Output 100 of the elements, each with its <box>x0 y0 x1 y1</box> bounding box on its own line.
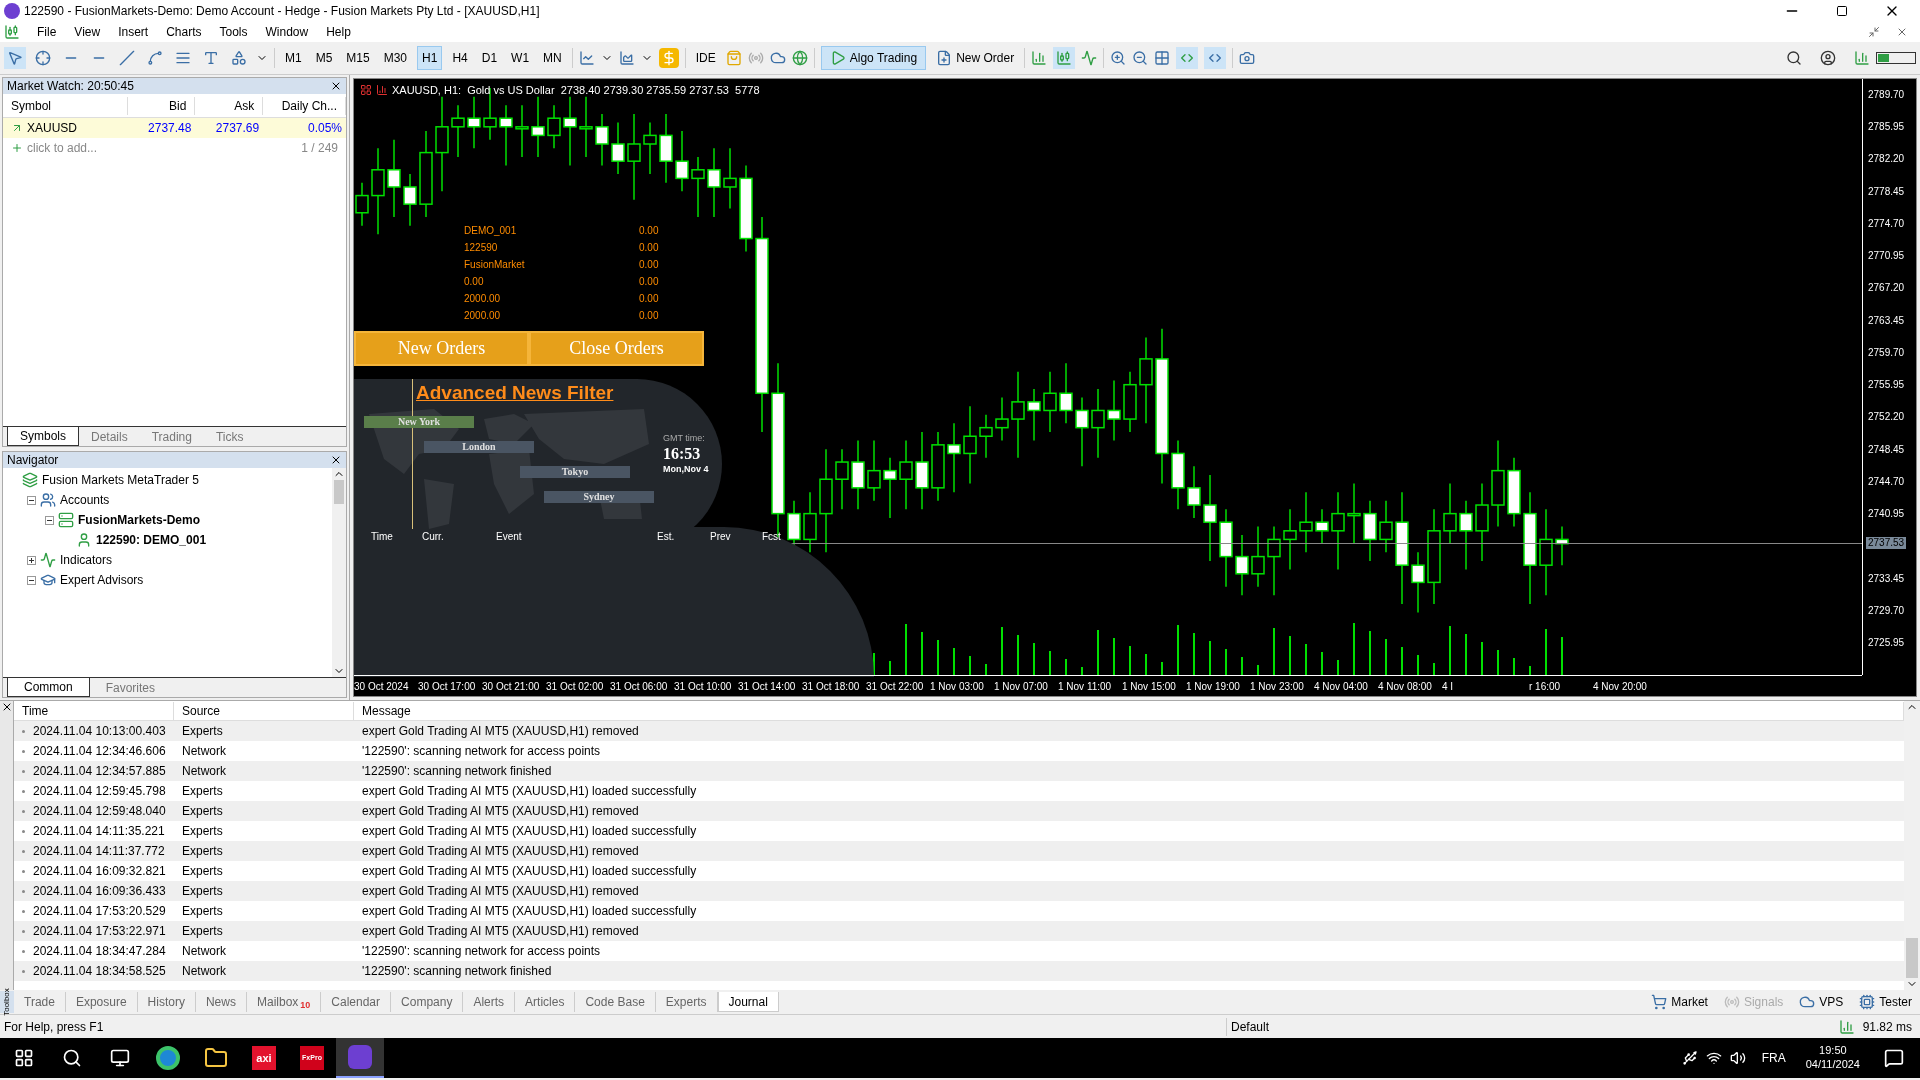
toolbox-tab[interactable]: Calendar <box>321 992 392 1012</box>
toolbox-tab[interactable]: Company <box>391 992 464 1012</box>
toolbox-tab[interactable]: Alerts <box>463 992 516 1012</box>
task-view-icon[interactable] <box>110 1048 130 1068</box>
column-header[interactable]: Time <box>14 701 174 720</box>
volume-icon[interactable] <box>1729 1050 1746 1066</box>
network-icon[interactable] <box>1705 1050 1722 1066</box>
toolbox-tab[interactable]: Journal <box>717 992 779 1012</box>
user-icon[interactable] <box>1820 50 1836 66</box>
timeframe-button[interactable]: H4 <box>448 46 472 70</box>
line-chart-icon[interactable] <box>578 50 595 66</box>
panel-tab[interactable]: Favorites <box>89 678 172 697</box>
toolbox-tab[interactable]: Articles <box>515 992 576 1012</box>
fibonacci-icon[interactable] <box>175 50 191 66</box>
minimize-icon[interactable] <box>1868 26 1880 38</box>
timeframe-button[interactable]: M15 <box>342 46 374 70</box>
add-icon[interactable] <box>11 142 23 154</box>
column-header[interactable]: Symbol <box>3 96 128 115</box>
toolbox-tab[interactable]: Exposure <box>65 992 138 1012</box>
menu-item[interactable]: Charts <box>157 23 211 41</box>
column-header[interactable]: Source <box>174 701 354 720</box>
toolbox-tab[interactable]: Experts <box>655 992 718 1012</box>
service-button[interactable]: Tester <box>1851 993 1920 1011</box>
search-icon[interactable] <box>62 1048 82 1068</box>
collapse-icon[interactable] <box>27 495 36 505</box>
panel-tab[interactable]: Symbols <box>7 427 79 446</box>
candlestick-icon[interactable] <box>1056 50 1073 66</box>
ide-button[interactable]: IDE <box>691 49 720 67</box>
panel-tab[interactable]: Common <box>7 678 90 697</box>
timeframe-button[interactable]: H1 <box>417 46 443 70</box>
timeframe-button[interactable]: D1 <box>477 46 502 70</box>
tree-item[interactable]: 122590: DEMO_001 <box>96 531 207 549</box>
toolbox-tab[interactable]: Mailbox $_{10}$ <box>246 992 322 1012</box>
app-taskbar-icon[interactable]: axi <box>252 1046 276 1070</box>
cursor-icon[interactable] <box>7 50 23 66</box>
menu-item[interactable]: Help <box>317 23 360 41</box>
crosshair-icon[interactable] <box>35 50 51 66</box>
toolbox-tab[interactable]: Code Base <box>575 992 656 1012</box>
collapse-icon[interactable] <box>27 575 36 585</box>
browser-icon[interactable] <box>156 1046 180 1070</box>
text-icon[interactable] <box>203 50 219 66</box>
close-icon[interactable] <box>330 80 342 92</box>
symbol-cell[interactable]: XAUUSD <box>27 119 77 137</box>
trend-line-icon[interactable] <box>119 50 135 66</box>
start-icon[interactable] <box>14 1048 34 1068</box>
level-icon[interactable] <box>1854 50 1870 66</box>
language-indicator[interactable]: FRA <box>1761 1049 1786 1067</box>
scroll-thumb[interactable] <box>1906 938 1918 978</box>
close-icon[interactable] <box>330 454 342 466</box>
folder-icon[interactable] <box>204 1046 228 1070</box>
bar-chart-icon[interactable] <box>376 84 388 97</box>
new-order-button[interactable]: New Order <box>932 46 1019 70</box>
expand-icon[interactable] <box>27 555 36 565</box>
menu-item[interactable]: Insert <box>109 23 158 41</box>
clock-time[interactable]: 19:50 <box>1819 1044 1847 1058</box>
toolbox-tab[interactable]: News <box>195 992 247 1012</box>
scrollbar[interactable] <box>332 468 346 677</box>
zoom-out-icon[interactable] <box>1132 50 1149 66</box>
column-header[interactable]: Daily Ch... <box>263 96 346 115</box>
tree-item[interactable]: Accounts <box>60 491 110 509</box>
tree-item[interactable]: FusionMarkets-Demo <box>78 511 201 529</box>
add-symbol-link[interactable]: click to add... <box>27 139 98 157</box>
chart-area[interactable] <box>353 78 1917 697</box>
menu-item[interactable]: File <box>28 23 66 41</box>
menu-item[interactable]: Tools <box>210 23 257 41</box>
menu-item[interactable]: View <box>65 23 110 41</box>
notification-icon[interactable] <box>1884 1048 1904 1068</box>
panel-tab[interactable]: Ticks <box>203 427 256 446</box>
menu-item[interactable]: Window <box>256 23 318 41</box>
search-icon[interactable] <box>1786 50 1802 66</box>
algo-trading-button[interactable]: Algo Trading <box>820 46 927 70</box>
clock-date[interactable]: 04/11/2024 <box>1805 1058 1860 1072</box>
grid-icon[interactable] <box>360 84 372 97</box>
toolbox-tab[interactable]: History <box>137 992 196 1012</box>
timeframe-button[interactable]: M30 <box>379 46 412 70</box>
zoom-in-icon[interactable] <box>1110 50 1127 66</box>
column-header[interactable]: Ask <box>195 96 264 115</box>
timeframe-button[interactable]: MN <box>539 46 566 70</box>
column-header[interactable]: Bid <box>127 96 196 115</box>
timeframe-button[interactable]: M1 <box>281 46 306 70</box>
camera-icon[interactable] <box>1239 50 1256 66</box>
scroll-thumb[interactable] <box>334 480 344 504</box>
toolbox-tab[interactable]: Trade <box>14 992 66 1012</box>
tree-item[interactable]: Expert Advisors <box>60 571 144 589</box>
service-button[interactable]: VPS <box>1791 993 1852 1011</box>
timeframe-button[interactable]: W1 <box>507 46 534 70</box>
globe-icon[interactable] <box>791 50 808 66</box>
service-button[interactable]: Market <box>1643 993 1716 1011</box>
indicator-icon[interactable] <box>618 50 635 66</box>
channel-icon[interactable] <box>147 50 163 66</box>
panel-tab[interactable]: Details <box>79 427 140 446</box>
timeframe-button[interactable]: M5 <box>311 46 337 70</box>
panel-tab[interactable]: Trading <box>139 427 204 446</box>
restore-icon[interactable] <box>1836 5 1848 17</box>
cloud-icon[interactable] <box>769 50 786 66</box>
shapes-icon[interactable] <box>231 50 247 66</box>
line-icon[interactable] <box>1081 50 1098 66</box>
tree-item[interactable]: Fusion Markets MetaTrader 5 <box>42 471 199 489</box>
tree-item[interactable]: Indicators <box>60 551 113 569</box>
collapse-icon[interactable] <box>45 515 54 525</box>
